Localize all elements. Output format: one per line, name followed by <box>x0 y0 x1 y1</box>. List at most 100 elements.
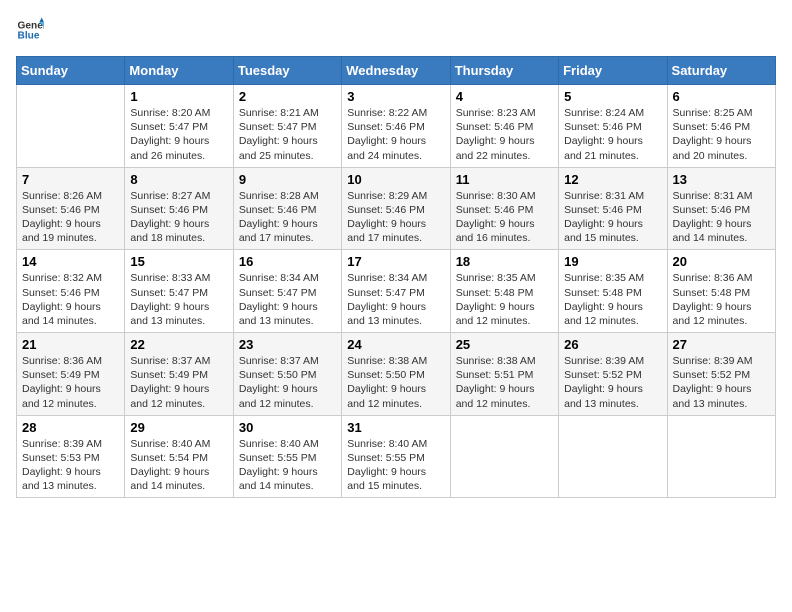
calendar-cell: 31 Sunrise: 8:40 AM Sunset: 5:55 PM Dayli… <box>342 415 450 498</box>
weekday-header-sunday: Sunday <box>17 57 125 85</box>
day-number: 2 <box>239 89 336 104</box>
cell-details: Sunrise: 8:36 AM Sunset: 5:49 PM Dayligh… <box>22 354 119 411</box>
day-number: 30 <box>239 420 336 435</box>
day-number: 4 <box>456 89 553 104</box>
cell-details: Sunrise: 8:22 AM Sunset: 5:46 PM Dayligh… <box>347 106 444 163</box>
calendar-cell: 22 Sunrise: 8:37 AM Sunset: 5:49 PM Dayli… <box>125 333 233 416</box>
day-number: 7 <box>22 172 119 187</box>
day-number: 17 <box>347 254 444 269</box>
day-number: 24 <box>347 337 444 352</box>
cell-details: Sunrise: 8:27 AM Sunset: 5:46 PM Dayligh… <box>130 189 227 246</box>
calendar-cell: 30 Sunrise: 8:40 AM Sunset: 5:55 PM Dayli… <box>233 415 341 498</box>
day-number: 6 <box>673 89 770 104</box>
calendar-cell: 16 Sunrise: 8:34 AM Sunset: 5:47 PM Dayli… <box>233 250 341 333</box>
calendar-cell: 18 Sunrise: 8:35 AM Sunset: 5:48 PM Dayli… <box>450 250 558 333</box>
weekday-header-wednesday: Wednesday <box>342 57 450 85</box>
calendar-cell: 25 Sunrise: 8:38 AM Sunset: 5:51 PM Dayli… <box>450 333 558 416</box>
calendar-cell: 28 Sunrise: 8:39 AM Sunset: 5:53 PM Dayli… <box>17 415 125 498</box>
cell-details: Sunrise: 8:39 AM Sunset: 5:53 PM Dayligh… <box>22 437 119 494</box>
calendar-cell: 12 Sunrise: 8:31 AM Sunset: 5:46 PM Dayli… <box>559 167 667 250</box>
day-number: 22 <box>130 337 227 352</box>
logo: General Blue <box>16 16 48 44</box>
cell-details: Sunrise: 8:31 AM Sunset: 5:46 PM Dayligh… <box>564 189 661 246</box>
day-number: 14 <box>22 254 119 269</box>
calendar-cell: 29 Sunrise: 8:40 AM Sunset: 5:54 PM Dayli… <box>125 415 233 498</box>
day-number: 23 <box>239 337 336 352</box>
day-number: 16 <box>239 254 336 269</box>
cell-details: Sunrise: 8:28 AM Sunset: 5:46 PM Dayligh… <box>239 189 336 246</box>
cell-details: Sunrise: 8:35 AM Sunset: 5:48 PM Dayligh… <box>456 271 553 328</box>
day-number: 9 <box>239 172 336 187</box>
day-number: 29 <box>130 420 227 435</box>
cell-details: Sunrise: 8:40 AM Sunset: 5:55 PM Dayligh… <box>239 437 336 494</box>
cell-details: Sunrise: 8:37 AM Sunset: 5:50 PM Dayligh… <box>239 354 336 411</box>
cell-details: Sunrise: 8:20 AM Sunset: 5:47 PM Dayligh… <box>130 106 227 163</box>
page-header: General Blue <box>16 16 776 44</box>
cell-details: Sunrise: 8:31 AM Sunset: 5:46 PM Dayligh… <box>673 189 770 246</box>
day-number: 18 <box>456 254 553 269</box>
weekday-header-saturday: Saturday <box>667 57 775 85</box>
day-number: 25 <box>456 337 553 352</box>
day-number: 21 <box>22 337 119 352</box>
weekday-header-friday: Friday <box>559 57 667 85</box>
calendar-cell: 21 Sunrise: 8:36 AM Sunset: 5:49 PM Dayli… <box>17 333 125 416</box>
calendar-cell: 5 Sunrise: 8:24 AM Sunset: 5:46 PM Daylig… <box>559 85 667 168</box>
calendar-cell <box>450 415 558 498</box>
calendar-cell: 27 Sunrise: 8:39 AM Sunset: 5:52 PM Dayli… <box>667 333 775 416</box>
calendar-cell: 14 Sunrise: 8:32 AM Sunset: 5:46 PM Dayli… <box>17 250 125 333</box>
calendar-cell: 15 Sunrise: 8:33 AM Sunset: 5:47 PM Dayli… <box>125 250 233 333</box>
calendar-cell: 24 Sunrise: 8:38 AM Sunset: 5:50 PM Dayli… <box>342 333 450 416</box>
day-number: 28 <box>22 420 119 435</box>
cell-details: Sunrise: 8:40 AM Sunset: 5:54 PM Dayligh… <box>130 437 227 494</box>
cell-details: Sunrise: 8:34 AM Sunset: 5:47 PM Dayligh… <box>239 271 336 328</box>
cell-details: Sunrise: 8:24 AM Sunset: 5:46 PM Dayligh… <box>564 106 661 163</box>
cell-details: Sunrise: 8:39 AM Sunset: 5:52 PM Dayligh… <box>564 354 661 411</box>
day-number: 1 <box>130 89 227 104</box>
calendar-cell <box>559 415 667 498</box>
calendar-cell: 20 Sunrise: 8:36 AM Sunset: 5:48 PM Dayli… <box>667 250 775 333</box>
svg-text:Blue: Blue <box>18 31 40 42</box>
weekday-header-tuesday: Tuesday <box>233 57 341 85</box>
cell-details: Sunrise: 8:39 AM Sunset: 5:52 PM Dayligh… <box>673 354 770 411</box>
calendar-cell: 2 Sunrise: 8:21 AM Sunset: 5:47 PM Daylig… <box>233 85 341 168</box>
weekday-header-monday: Monday <box>125 57 233 85</box>
calendar-cell: 6Sunrise: 8:25 AM Sunset: 5:46 PM Daylig… <box>667 85 775 168</box>
cell-details: Sunrise: 8:37 AM Sunset: 5:49 PM Dayligh… <box>130 354 227 411</box>
calendar-cell: 3 Sunrise: 8:22 AM Sunset: 5:46 PM Daylig… <box>342 85 450 168</box>
calendar-cell: 13 Sunrise: 8:31 AM Sunset: 5:46 PM Dayli… <box>667 167 775 250</box>
calendar-cell: 19Sunrise: 8:35 AM Sunset: 5:48 PM Dayli… <box>559 250 667 333</box>
day-number: 20 <box>673 254 770 269</box>
cell-details: Sunrise: 8:40 AM Sunset: 5:55 PM Dayligh… <box>347 437 444 494</box>
cell-details: Sunrise: 8:26 AM Sunset: 5:46 PM Dayligh… <box>22 189 119 246</box>
cell-details: Sunrise: 8:38 AM Sunset: 5:51 PM Dayligh… <box>456 354 553 411</box>
cell-details: Sunrise: 8:36 AM Sunset: 5:48 PM Dayligh… <box>673 271 770 328</box>
day-number: 19 <box>564 254 661 269</box>
day-number: 12 <box>564 172 661 187</box>
calendar-cell: 26 Sunrise: 8:39 AM Sunset: 5:52 PM Dayli… <box>559 333 667 416</box>
cell-details: Sunrise: 8:33 AM Sunset: 5:47 PM Dayligh… <box>130 271 227 328</box>
cell-details: Sunrise: 8:32 AM Sunset: 5:46 PM Dayligh… <box>22 271 119 328</box>
cell-details: Sunrise: 8:30 AM Sunset: 5:46 PM Dayligh… <box>456 189 553 246</box>
calendar-cell: 4Sunrise: 8:23 AM Sunset: 5:46 PM Daylig… <box>450 85 558 168</box>
cell-details: Sunrise: 8:29 AM Sunset: 5:46 PM Dayligh… <box>347 189 444 246</box>
day-number: 8 <box>130 172 227 187</box>
day-number: 31 <box>347 420 444 435</box>
cell-details: Sunrise: 8:21 AM Sunset: 5:47 PM Dayligh… <box>239 106 336 163</box>
day-number: 10 <box>347 172 444 187</box>
day-number: 27 <box>673 337 770 352</box>
day-number: 13 <box>673 172 770 187</box>
calendar-cell: 23 Sunrise: 8:37 AM Sunset: 5:50 PM Dayli… <box>233 333 341 416</box>
calendar-cell <box>17 85 125 168</box>
calendar-table: SundayMondayTuesdayWednesdayThursdayFrid… <box>16 56 776 498</box>
calendar-cell <box>667 415 775 498</box>
day-number: 15 <box>130 254 227 269</box>
calendar-cell: 8 Sunrise: 8:27 AM Sunset: 5:46 PM Daylig… <box>125 167 233 250</box>
day-number: 26 <box>564 337 661 352</box>
day-number: 3 <box>347 89 444 104</box>
calendar-cell: 7 Sunrise: 8:26 AM Sunset: 5:46 PM Daylig… <box>17 167 125 250</box>
calendar-cell: 17 Sunrise: 8:34 AM Sunset: 5:47 PM Dayli… <box>342 250 450 333</box>
calendar-cell: 11Sunrise: 8:30 AM Sunset: 5:46 PM Dayli… <box>450 167 558 250</box>
cell-details: Sunrise: 8:38 AM Sunset: 5:50 PM Dayligh… <box>347 354 444 411</box>
cell-details: Sunrise: 8:34 AM Sunset: 5:47 PM Dayligh… <box>347 271 444 328</box>
day-number: 5 <box>564 89 661 104</box>
